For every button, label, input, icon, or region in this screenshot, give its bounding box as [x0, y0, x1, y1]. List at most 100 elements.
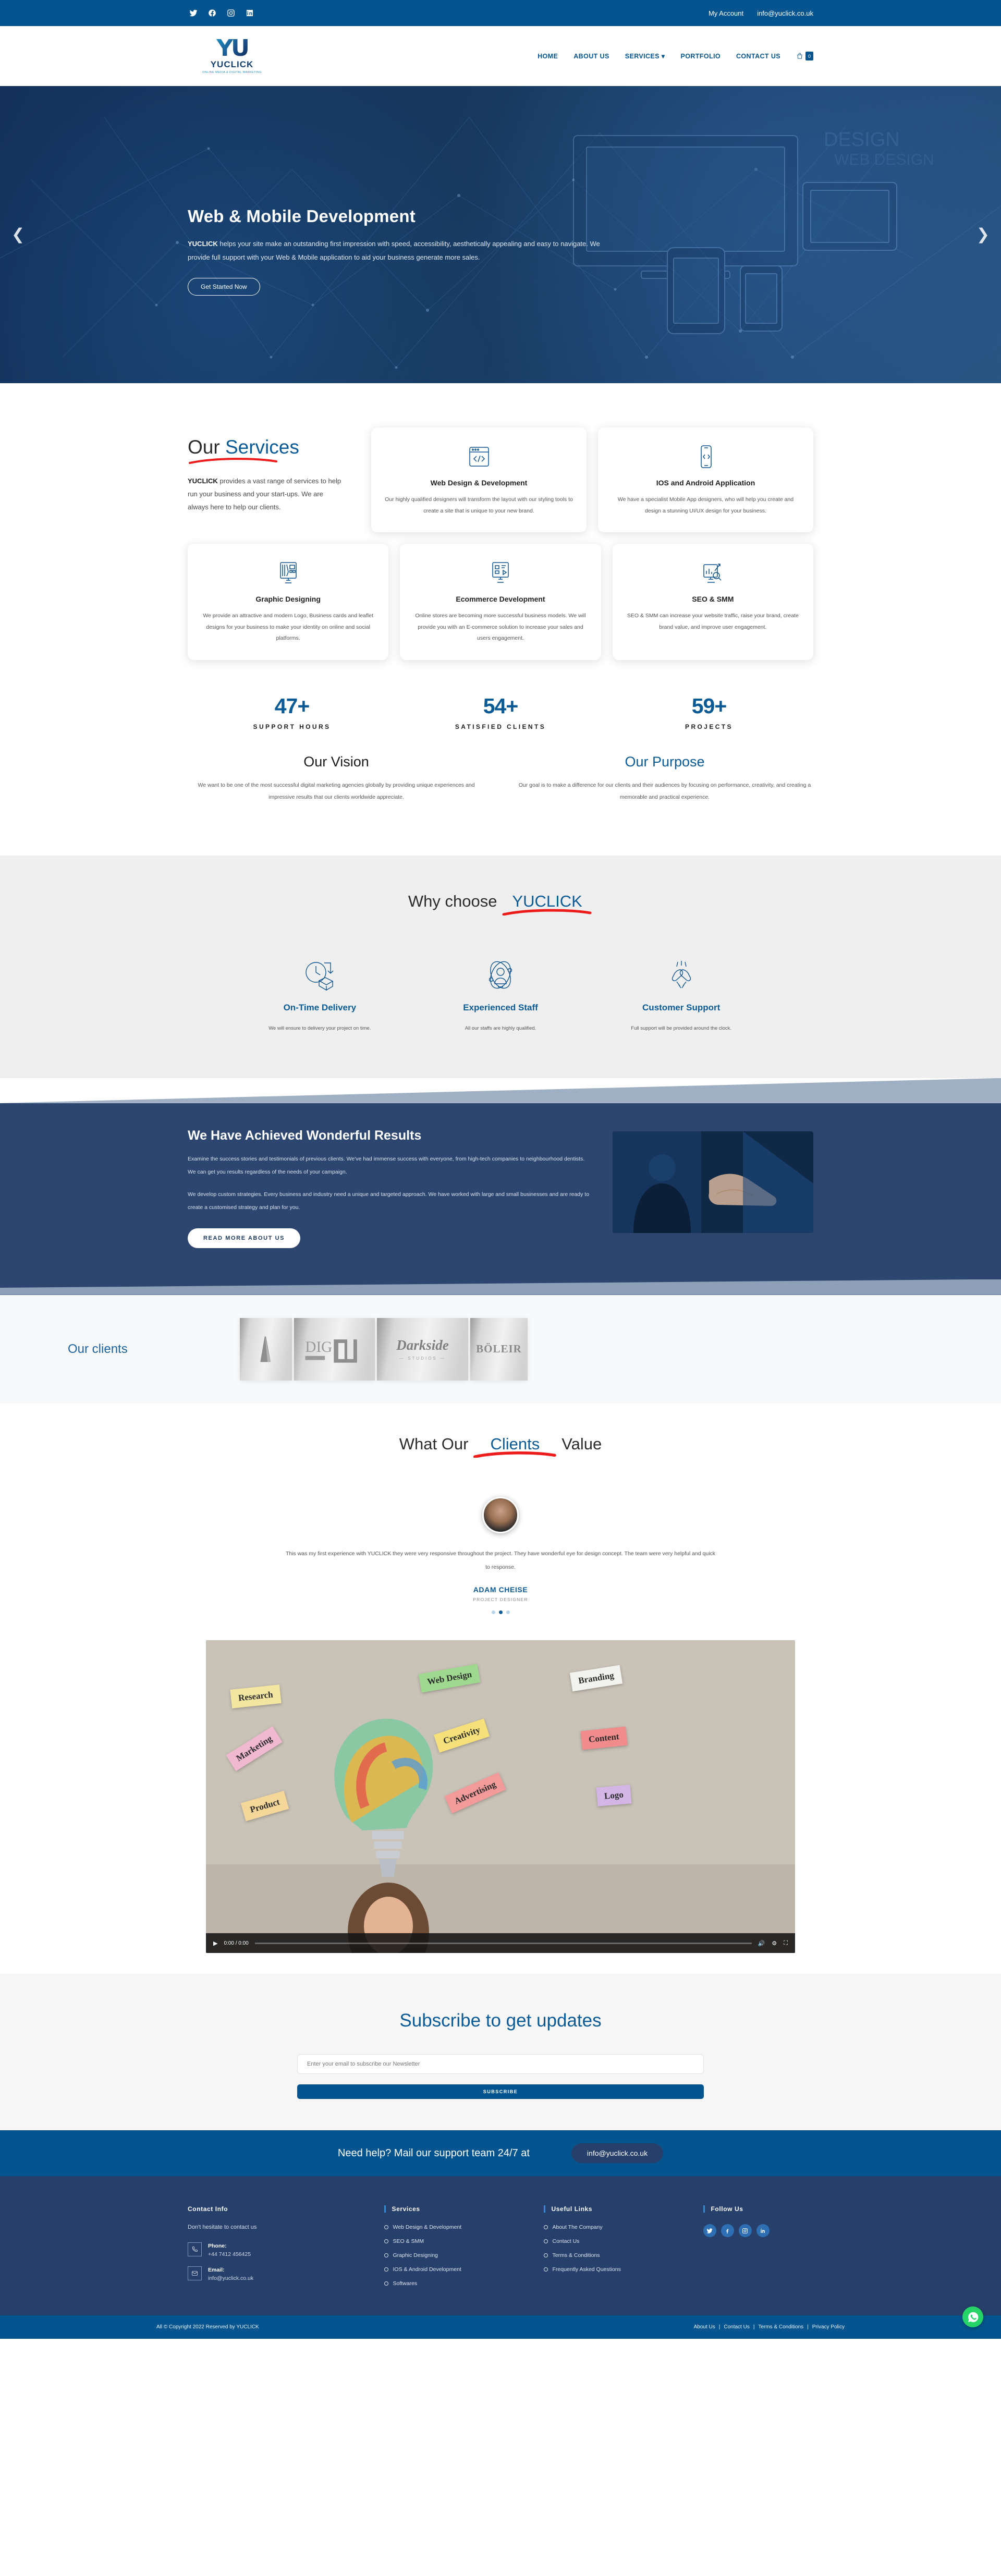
twitter-icon[interactable]: [703, 2224, 716, 2238]
footer-link-label: Softwares: [393, 2280, 418, 2287]
why-choose-title: Why choose YUCLICK: [0, 892, 1001, 915]
top-bar-right: My Account info@yuclick.co.uk: [709, 9, 813, 17]
client-logo-darkside[interactable]: Darkside — STUDIOS —: [377, 1317, 468, 1381]
instagram-icon[interactable]: [738, 2224, 752, 2238]
help-text: Need help? Mail our support team 24/7 at: [337, 2147, 530, 2159]
footer-link-label: Contact Us: [552, 2238, 580, 2245]
nav-item-about-us[interactable]: ABOUT US: [573, 53, 609, 60]
copyright-link-privacy[interactable]: Privacy Policy: [812, 2324, 845, 2330]
footer: Contact Info Don't hesitate to contact u…: [0, 2176, 1001, 2316]
my-account-link[interactable]: My Account: [709, 9, 743, 17]
main-nav: YU YUCLICK ONLINE MEDIA & DIGITAL MARKET…: [0, 26, 1001, 86]
service-card-title: Ecommerce Development: [456, 595, 545, 604]
why-item-on-time-delivery: On-Time Delivery We will ensure to deliv…: [229, 955, 410, 1031]
top-email-link[interactable]: info@yuclick.co.uk: [757, 9, 813, 17]
whatsapp-icon[interactable]: [962, 2306, 983, 2328]
linkedin-icon[interactable]: [244, 7, 255, 19]
subscribe-button[interactable]: SUBSCRIBE: [297, 2084, 704, 2099]
services-title: Our Services: [188, 436, 299, 464]
stat-value: 59+: [691, 693, 727, 718]
service-card-title: IOS and Android Application: [656, 479, 755, 487]
copyright-links: About Us | Contact Us | Terms & Conditions…: [694, 2324, 845, 2330]
footer-service-link[interactable]: IOS & Android Development: [384, 2266, 531, 2273]
red-underline-icon: [473, 1451, 556, 1458]
footer-service-link[interactable]: Web Design & Development: [384, 2224, 531, 2230]
mountain-logo-icon: [260, 1336, 271, 1362]
bullet-ring-icon: [384, 2239, 388, 2244]
footer-useful-link[interactable]: About The Company: [543, 2224, 691, 2230]
hero-prev-arrow[interactable]: ❮: [11, 226, 25, 244]
copyright-link-about-us[interactable]: About Us: [694, 2324, 715, 2330]
copyright-link-terms[interactable]: Terms & Conditions: [758, 2324, 803, 2330]
twitter-icon[interactable]: [188, 7, 199, 19]
phone-icon: [188, 2242, 202, 2256]
code-window-icon: [383, 442, 575, 471]
footer-service-link[interactable]: Softwares: [384, 2280, 531, 2287]
sticky-note: Logo: [596, 1785, 632, 1806]
why-choose-section: Why choose YUCLICK On-Time Delivery We w…: [0, 855, 1001, 1078]
service-card-ecommerce[interactable]: Ecommerce Development Online stores are …: [400, 544, 601, 660]
cart-button[interactable]: 0: [796, 52, 813, 60]
service-card-seo-smm[interactable]: SEO & SMM SEO & SMM can increase your we…: [612, 544, 813, 660]
footer-link-label: SEO & SMM: [393, 2238, 424, 2245]
testimonial-author-name: ADAM CHEISE: [473, 1585, 528, 1594]
linkedin-icon[interactable]: [756, 2224, 770, 2238]
footer-useful-link[interactable]: Contact Us: [543, 2238, 691, 2245]
staff-network-icon: [410, 955, 591, 995]
help-email-button[interactable]: info@yuclick.co.uk: [571, 2143, 664, 2164]
footer-heading-useful-links: Useful Links: [543, 2205, 691, 2213]
footer-link-label: Web Design & Development: [393, 2224, 462, 2231]
get-started-button[interactable]: Get Started Now: [188, 278, 260, 296]
play-icon[interactable]: ▶: [213, 1940, 217, 1947]
copyright-link-contact-us[interactable]: Contact Us: [724, 2324, 749, 2330]
nav-item-home[interactable]: HOME: [538, 53, 558, 60]
service-card-ios-android[interactable]: IOS and Android Application We have a sp…: [598, 428, 813, 533]
volume-icon[interactable]: 🔊: [758, 1940, 765, 1947]
testimonial-dot[interactable]: [506, 1610, 510, 1615]
stat-satisfied-clients: 54+ SATISFIED CLIENTS: [396, 694, 605, 730]
footer-useful-link[interactable]: Frequently Asked Questions: [543, 2266, 691, 2273]
nav-item-services[interactable]: SERVICES ▾: [625, 52, 665, 60]
client-logo-boleir[interactable]: BÖLEIR: [470, 1317, 528, 1381]
footer-service-link[interactable]: SEO & SMM: [384, 2238, 531, 2244]
hero-slider: DESIGN WEB DESIGN ❮ ❯ Web & Mobile Devel…: [0, 86, 1001, 383]
read-more-about-us-button[interactable]: READ MORE ABOUT US: [188, 1228, 301, 1248]
testi-title-clients: Clients: [490, 1434, 540, 1453]
facebook-icon[interactable]: [206, 7, 218, 19]
instagram-icon[interactable]: [225, 7, 237, 19]
testimonial-dot[interactable]: [491, 1610, 495, 1615]
vision-title: Our Vision: [303, 753, 369, 770]
settings-icon[interactable]: ⚙: [772, 1940, 777, 1947]
boleir-logo-text: BÖLEIR: [476, 1342, 522, 1356]
nav-item-contact-us[interactable]: CONTACT US: [736, 53, 780, 60]
service-card-graphic-designing[interactable]: Graphic Designing We provide an attracti…: [188, 544, 389, 660]
service-card-web-design[interactable]: Web Design & Development Our highly qual…: [371, 428, 587, 533]
testimonial-dots: [0, 1610, 1001, 1615]
footer-useful-link[interactable]: Terms & Conditions: [543, 2252, 691, 2258]
page-root: My Account info@yuclick.co.uk YU YUCLICK…: [0, 0, 1001, 2339]
footer-phone[interactable]: Phone: +44 7412 456425: [188, 2241, 372, 2257]
nav-item-portfolio[interactable]: PORTFOLIO: [680, 53, 721, 60]
video-controls[interactable]: ▶ 0:00 / 0:00 🔊 ⚙ ⛶: [206, 1933, 795, 1954]
subscribe-email-input[interactable]: [297, 2054, 704, 2074]
hero-brand: YUCLICK: [188, 240, 218, 248]
client-logo-mountain[interactable]: [240, 1317, 292, 1381]
service-card-text: Our highly qualified designers will tran…: [385, 496, 573, 514]
client-logo-digit[interactable]: DIG: [294, 1317, 375, 1381]
clients-section: Our clients DIG Darkside — STUDIOS — BÖL…: [0, 1295, 1001, 1403]
stats-row: 47+ SUPPORT HOURS 54+ SATISFIED CLIENTS …: [188, 694, 813, 730]
client-logos: DIG Darkside — STUDIOS — BÖLEIR: [240, 1317, 528, 1381]
darkside-logo-sub: — STUDIOS —: [399, 1356, 446, 1361]
fullscreen-icon[interactable]: ⛶: [784, 1940, 788, 1947]
testimonial-dot-active[interactable]: [498, 1610, 503, 1615]
footer-heading-follow-us: Follow Us: [703, 2205, 814, 2213]
logo[interactable]: YU YUCLICK ONLINE MEDIA & DIGITAL MARKET…: [188, 36, 276, 74]
hero-next-arrow[interactable]: ❯: [976, 226, 990, 244]
footer-email[interactable]: Email: info@yuclick.co.uk: [188, 2265, 372, 2281]
video-progress-bar[interactable]: [254, 1942, 752, 1944]
video-player[interactable]: Research Marketing Product Web Design Cr…: [206, 1640, 795, 1954]
footer-service-link[interactable]: Graphic Designing: [384, 2252, 531, 2258]
testimonials-title: What Our Clients Value: [0, 1435, 1001, 1458]
facebook-icon[interactable]: [721, 2224, 734, 2238]
footer-link-label: IOS & Android Development: [393, 2266, 461, 2273]
